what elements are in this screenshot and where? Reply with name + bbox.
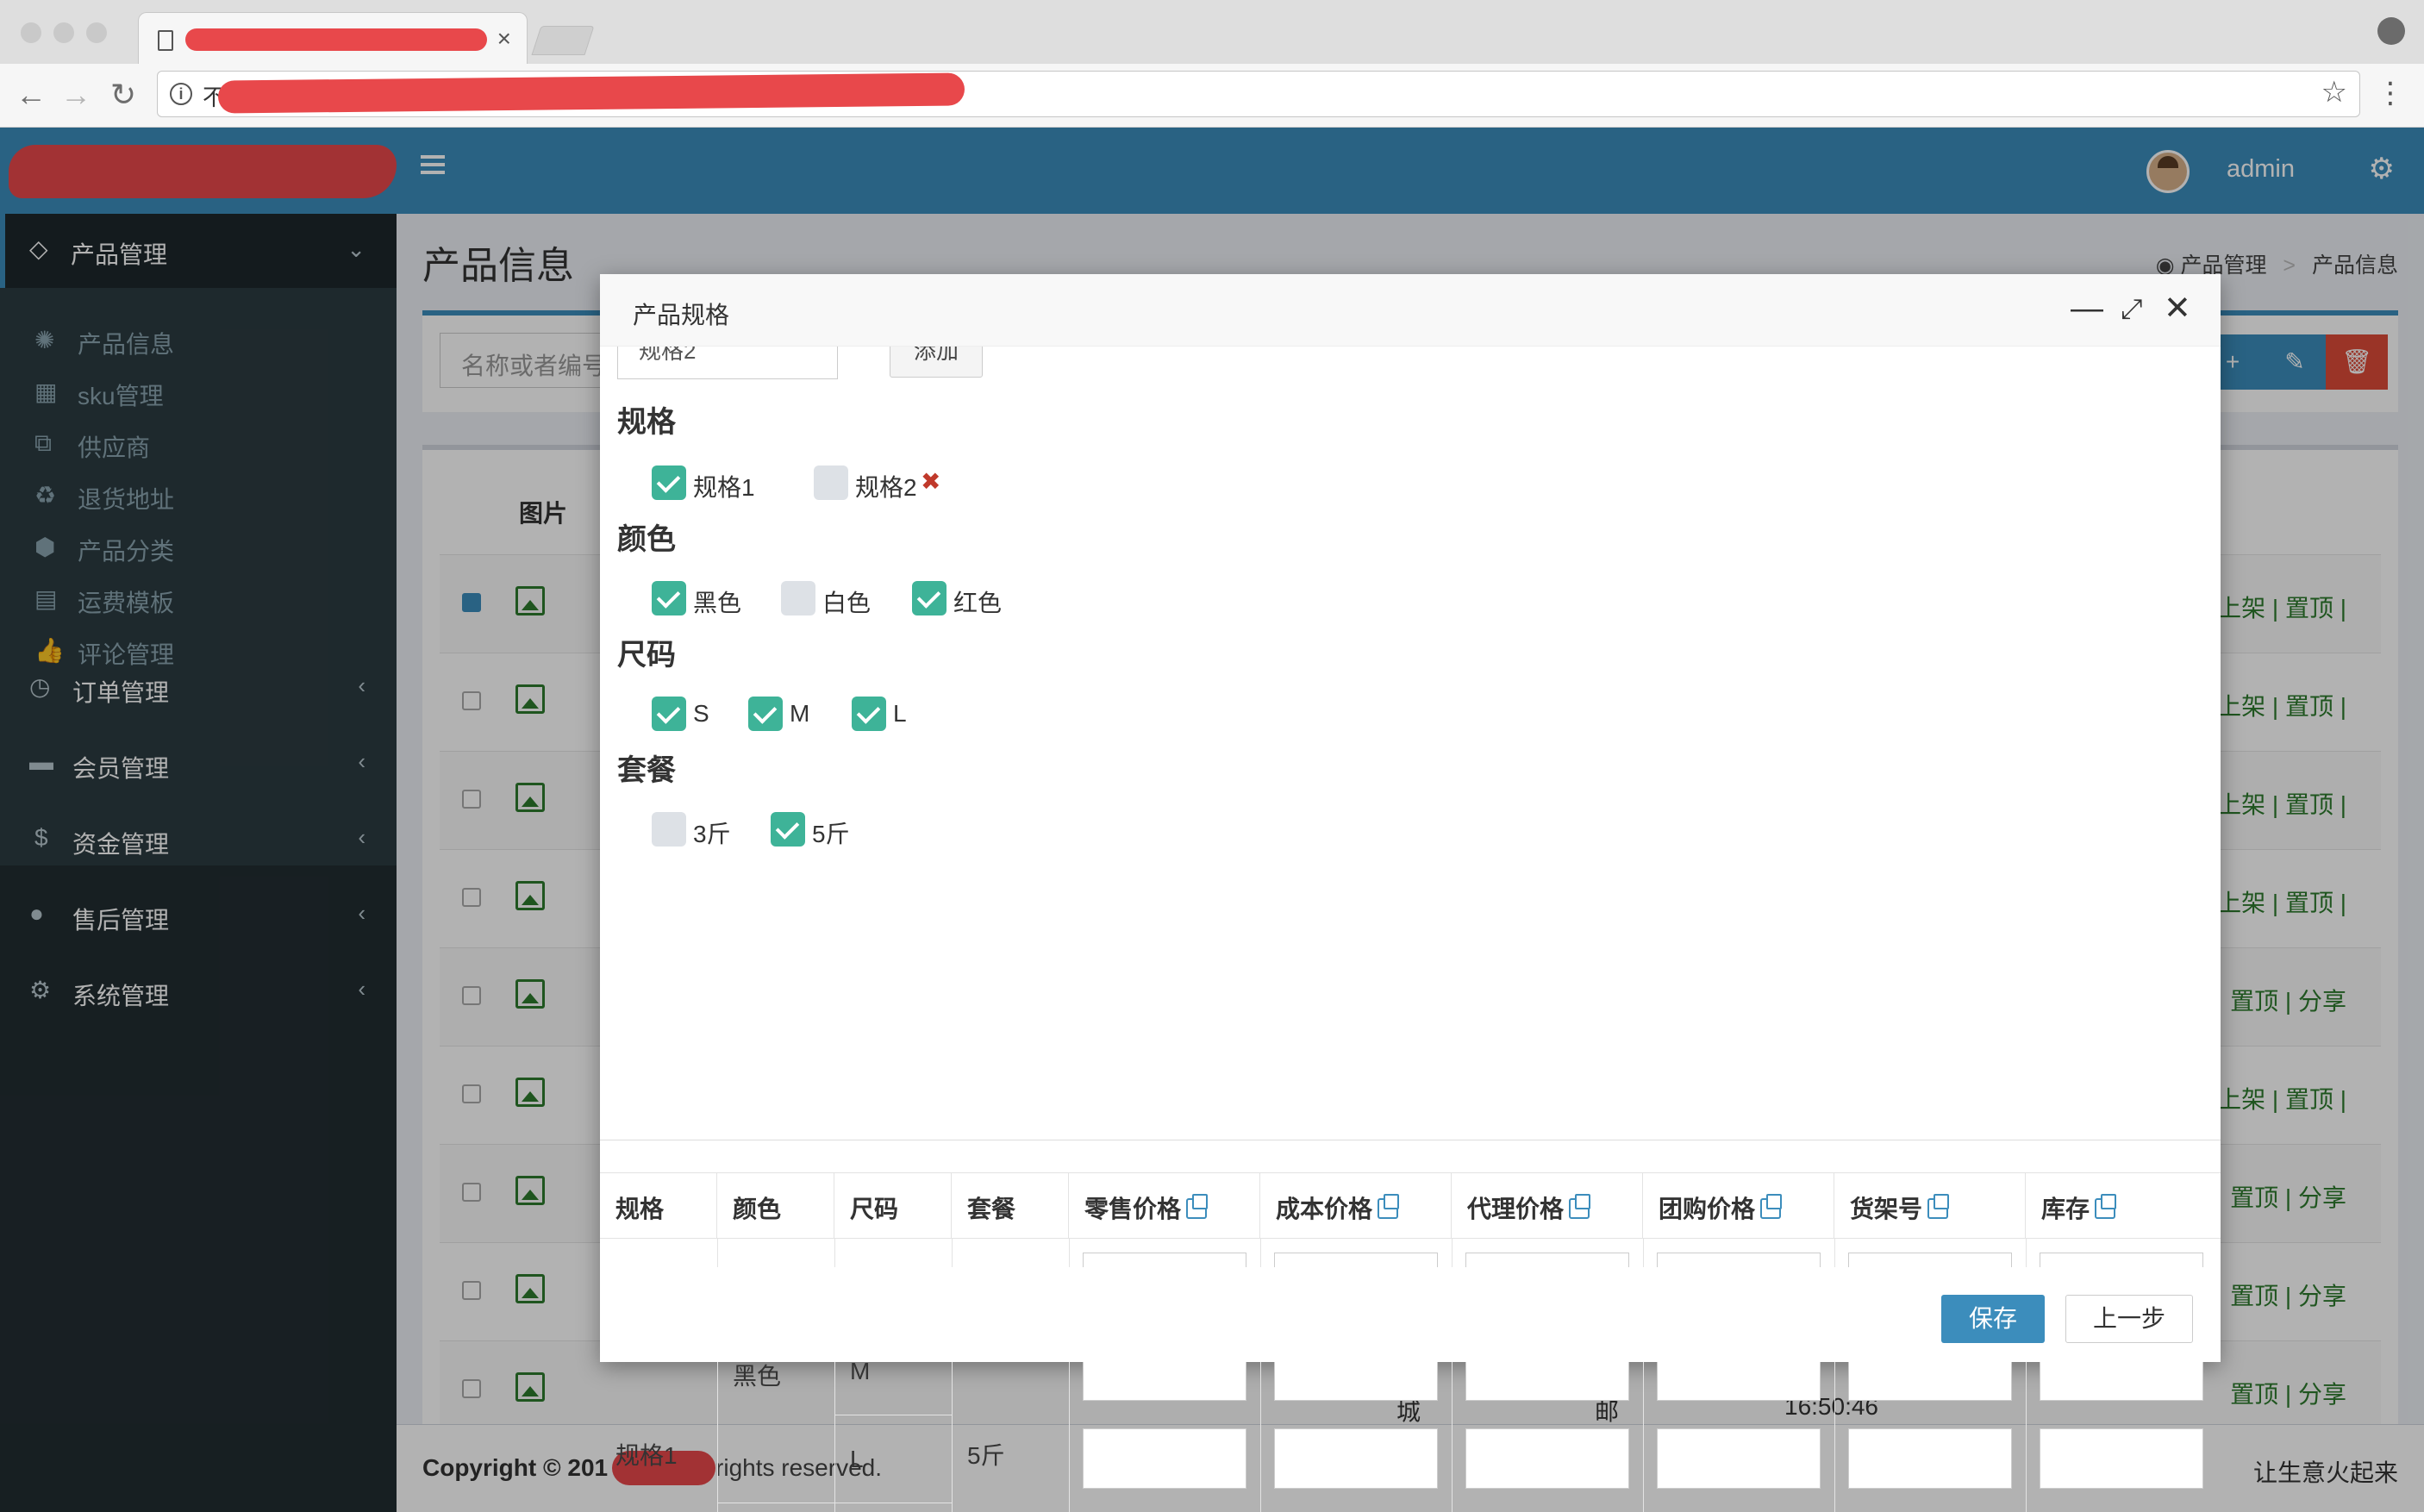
cell-package: 5斤 [967, 1442, 1005, 1469]
delete-icon[interactable]: ✖ [921, 467, 940, 496]
option-label: 白色 [822, 590, 872, 616]
checkbox-unchecked[interactable] [652, 812, 686, 847]
header-label: 库存 [2041, 1196, 2090, 1222]
column-header-spec: 规格 [600, 1173, 717, 1239]
header-label: 货架号 [1850, 1196, 1923, 1222]
forward-icon[interactable]: → [60, 78, 91, 112]
checkbox-checked[interactable] [652, 581, 686, 615]
bookmark-star-icon[interactable]: ☆ [2321, 75, 2347, 109]
column-header-retail-price: 零售价格 [1069, 1173, 1260, 1239]
redacted-tab-title [185, 28, 487, 51]
option-label: 5斤 [812, 821, 850, 847]
back-icon[interactable]: ← [16, 78, 47, 112]
tab-close-icon[interactable]: × [497, 25, 511, 53]
browser-toolbar: ← → ↻ i 不安全 ☆ ⋮ [0, 64, 2424, 128]
header-label: 团购价格 [1659, 1196, 1756, 1222]
checkbox-checked[interactable] [852, 697, 886, 731]
window-maximize-dot[interactable] [86, 22, 107, 43]
maximize-icon[interactable]: ⤢ [2121, 290, 2143, 328]
checkbox-checked[interactable] [652, 697, 686, 731]
option-spec2[interactable]: 规格2 ✖ [814, 465, 952, 502]
option-black[interactable]: 黑色 [652, 581, 755, 617]
group-title-package: 套餐 [617, 754, 676, 787]
column-header-color: 颜色 [717, 1173, 834, 1239]
option-red[interactable]: 红色 [912, 581, 1015, 617]
window-close-dot[interactable] [21, 22, 41, 43]
cell-color: 黑色 [733, 1363, 782, 1390]
copy-icon[interactable] [1760, 1194, 1783, 1219]
checkbox-unchecked[interactable] [781, 581, 815, 615]
group-title-size: 尺码 [617, 639, 676, 672]
option-5jin[interactable]: 5斤 [771, 812, 865, 848]
minimize-icon[interactable]: — [2071, 290, 2103, 328]
option-size-l[interactable]: L [852, 697, 929, 733]
copy-icon[interactable] [1378, 1194, 1400, 1219]
add-spec-button[interactable]: 添加 [890, 347, 983, 378]
checkbox-checked[interactable] [652, 465, 686, 500]
option-label: S [693, 700, 709, 727]
redacted-url [217, 72, 965, 114]
column-header-cost-price: 成本价格 [1260, 1173, 1452, 1239]
info-icon[interactable]: i [170, 83, 192, 105]
close-icon[interactable]: ✕ [2164, 290, 2191, 328]
option-label: 黑色 [693, 590, 742, 616]
group-price-input[interactable] [1657, 1428, 1821, 1489]
copy-icon[interactable] [1569, 1194, 1591, 1219]
option-white[interactable]: 白色 [781, 581, 884, 617]
cost-price-input[interactable] [1274, 1428, 1438, 1489]
checkbox-checked[interactable] [912, 581, 946, 615]
copy-icon[interactable] [2095, 1194, 2117, 1219]
column-header-package: 套餐 [952, 1173, 1069, 1239]
agent-price-input[interactable] [1465, 1428, 1629, 1489]
modal-title: 产品规格 [633, 302, 730, 328]
stock-input[interactable] [2040, 1428, 2203, 1489]
column-header-agent-price: 代理价格 [1452, 1173, 1643, 1239]
copy-icon[interactable] [1927, 1194, 1950, 1219]
option-label: 红色 [953, 590, 1003, 616]
checkbox-unchecked[interactable] [814, 465, 848, 500]
header-label: 成本价格 [1276, 1196, 1373, 1222]
modal-header: 产品规格 — ⤢ ✕ [600, 274, 2221, 347]
previous-step-button[interactable]: 上一步 [2065, 1295, 2193, 1343]
checkbox-checked[interactable] [748, 697, 783, 731]
window-minimize-dot[interactable] [53, 22, 74, 43]
cell-spec: 规格1 [615, 1442, 678, 1469]
option-label: 3斤 [693, 821, 731, 847]
browser-menu-icon[interactable]: ⋮ [2376, 78, 2405, 109]
option-spec1[interactable]: 规格1 ✖ [652, 465, 832, 502]
column-header-stock: 库存 [2026, 1173, 2221, 1239]
option-size-m[interactable]: M [748, 697, 826, 733]
browser-tab-strip: × [0, 0, 2424, 66]
spec-modal: 产品规格 — ⤢ ✕ 规格2 添加 规格 规格1 ✖ 规格2 ✖ 颜色 黑色 白… [600, 274, 2221, 1512]
retail-price-input[interactable] [1083, 1428, 1246, 1489]
option-3jin[interactable]: 3斤 [652, 812, 747, 848]
group-title-spec: 规格 [617, 406, 676, 439]
copy-icon[interactable] [1186, 1194, 1209, 1219]
column-header-group-price: 团购价格 [1643, 1173, 1834, 1239]
option-label: L [893, 700, 907, 727]
cell-size: L [850, 1446, 864, 1472]
spec-name-input[interactable]: 规格2 [617, 347, 838, 379]
profile-icon[interactable] [2377, 17, 2405, 45]
browser-tab[interactable]: × [138, 12, 528, 66]
option-size-s[interactable]: S [652, 697, 729, 733]
shelf-no-input[interactable] [1848, 1428, 2012, 1489]
header-label: 代理价格 [1467, 1196, 1565, 1222]
column-header-shelf-no: 货架号 [1834, 1173, 2026, 1239]
new-tab-button[interactable] [531, 26, 595, 55]
reload-icon[interactable]: ↻ [110, 78, 136, 112]
checkbox-checked[interactable] [771, 812, 805, 847]
modal-footer: 保存 上一步 [600, 1267, 2221, 1362]
save-button[interactable]: 保存 [1941, 1295, 2045, 1343]
header-label: 零售价格 [1084, 1196, 1182, 1222]
option-label: M [790, 700, 810, 727]
column-header-size: 尺码 [834, 1173, 952, 1239]
option-label: 规格1 [693, 474, 755, 501]
document-icon [158, 30, 173, 51]
option-label: 规格2 [855, 474, 917, 501]
group-title-color: 颜色 [617, 523, 676, 556]
address-bar[interactable]: i 不安全 ☆ [157, 71, 2360, 117]
